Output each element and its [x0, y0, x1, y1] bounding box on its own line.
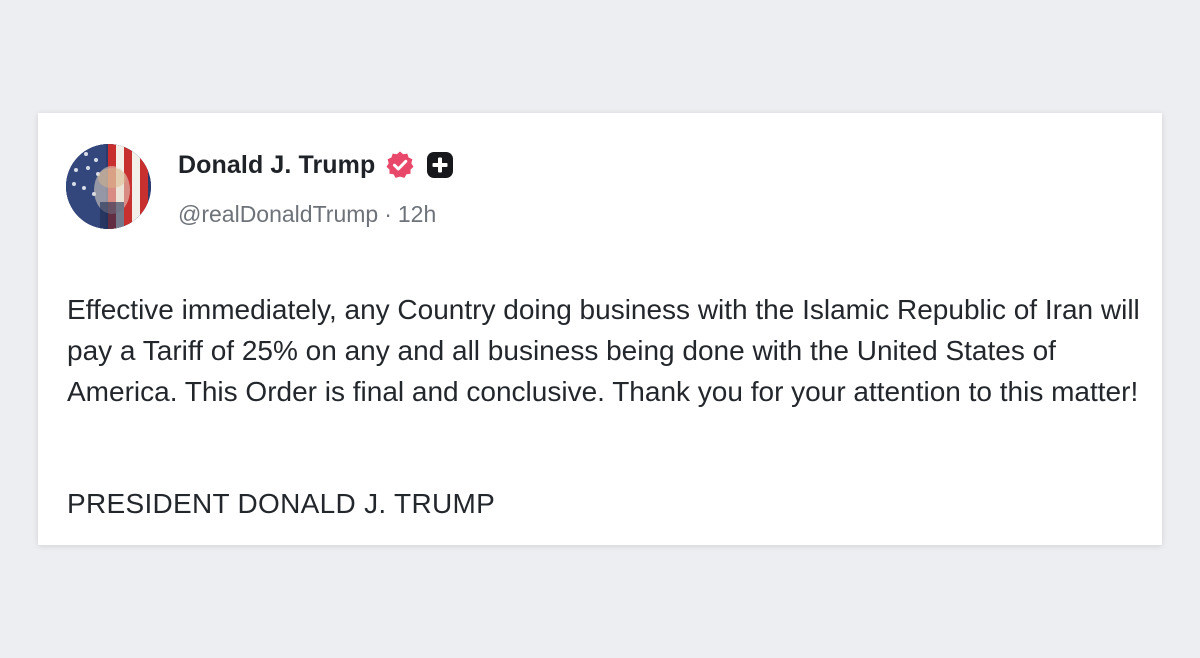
author-display-name[interactable]: Donald J. Trump	[178, 151, 375, 180]
flag-portrait-avatar-icon	[66, 144, 151, 229]
meta-separator: ·	[384, 201, 392, 227]
post-timestamp[interactable]: 12h	[398, 201, 436, 228]
verified-badge-icon	[385, 150, 415, 180]
author-avatar[interactable]	[66, 144, 151, 229]
plus-badge-icon	[425, 150, 455, 180]
author-handle[interactable]: @realDonaldTrump	[178, 201, 378, 228]
post-signature: PRESIDENT DONALD J. TRUMP	[67, 488, 496, 519]
author-meta-row: @realDonaldTrump · 12h	[178, 201, 436, 228]
author-name-row: Donald J. Trump	[178, 149, 455, 181]
post-card: Donald J. Trump @realDonaldTrump · 12h E…	[38, 113, 1162, 545]
post-body-text: Effective immediately, any Country doing…	[67, 294, 1140, 407]
